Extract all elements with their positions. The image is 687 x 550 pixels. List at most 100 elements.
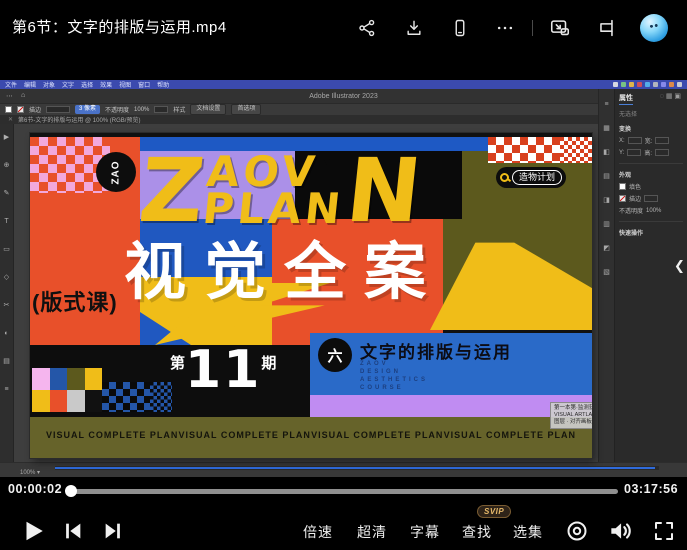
search-in-video-button[interactable]: 查找 <box>462 522 492 542</box>
opacity-value: 100% <box>134 107 149 113</box>
brand-n: N <box>343 153 425 229</box>
poster-artboard: ZAO Z AOV PLAN N ▼ 造物计划 视觉全案 (版式课) <box>30 133 592 458</box>
quality-button[interactable]: 超清 <box>357 522 387 542</box>
more-icon[interactable] <box>494 17 516 39</box>
more-dots-icon: ⋯ <box>6 92 13 100</box>
titlebar-right-icons: ◌ ▦ ▣ <box>660 92 687 100</box>
options-bar: 描边 3 像素 不透明度 100% 样式 文档设置 首选项 <box>0 103 687 115</box>
menu-view: 视图 <box>119 80 131 89</box>
fullscreen-icon[interactable] <box>652 519 676 543</box>
avatar[interactable] <box>640 14 668 42</box>
quick-actions-section: 快速操作 <box>619 228 683 237</box>
poster-headline: 视觉全案 <box>124 221 444 311</box>
blue-checkerboard-fine <box>150 382 172 412</box>
red-checkerboard-fine <box>560 137 592 163</box>
canvas-annotation: 第一本第·监测获取 VISUAL ARTLAB 图层 · 对齐画板 <box>550 402 592 429</box>
mini-window-icon[interactable] <box>595 17 617 39</box>
brand-wordmark: Z AOV PLAN N <box>136 153 425 229</box>
menu-bar: 文件 编辑 对象 文字 选择 效果 视图 窗口 帮助 <box>0 80 169 89</box>
total-time: 03:17:56 <box>624 482 678 496</box>
panel-collapse-icon: ❮ <box>674 258 685 274</box>
fill-swatch <box>5 106 12 113</box>
style-field <box>154 106 168 113</box>
properties-panel: 属性 无选择 变换 X:宽: Y:高: 外观 填色 描边 不透明度100% 快速… <box>614 89 687 462</box>
panel-opacity-value: 100% <box>646 208 661 214</box>
video-embedded-progress <box>55 467 655 469</box>
stroke-swatch <box>17 106 24 113</box>
y-label: Y: <box>619 150 624 156</box>
player-top-toolbar <box>350 13 680 43</box>
panel-stroke-swatch <box>619 195 626 202</box>
panel-stroke-label: 描边 <box>629 194 641 203</box>
speed-button[interactable]: 倍速 <box>303 522 333 542</box>
document-setup-button: 文档设置 <box>190 104 226 115</box>
windows-taskbar: 文件 编辑 对象 文字 选择 效果 视图 窗口 帮助 <box>0 80 687 89</box>
toolbar-divider <box>532 20 533 36</box>
color-swatch-grid <box>32 368 102 412</box>
opacity-label: 不透明度 <box>105 105 129 114</box>
zoom-level: 100% ▾ <box>20 469 40 476</box>
footer-text: VISUAL COMPLETE PLAN <box>46 430 178 440</box>
poster-bottom-blue: 六 文字的排版与运用 ZAOV DESIGN AESTHETICS COURSE <box>310 333 592 395</box>
stroke-field <box>46 106 70 113</box>
share-icon[interactable] <box>356 17 378 39</box>
issue-value: 11 <box>185 347 261 393</box>
fill-label: 填色 <box>629 182 641 191</box>
issue-number: 第 11 期 <box>170 347 276 393</box>
video-title: 第6节：文字的排版与运用.mp4 <box>12 16 227 37</box>
menu-object: 对象 <box>43 80 55 89</box>
transform-section: 变换 <box>619 124 683 133</box>
panel-icon-strip: ≡ ▦ ◧ ▤ ◨ ▥ ◩ ▧ <box>598 89 614 462</box>
issue-prefix: 第 <box>170 347 185 393</box>
volume-icon[interactable] <box>607 518 633 544</box>
zao-logo: ZAO <box>96 152 136 192</box>
six-badge: 六 <box>318 338 352 372</box>
document-tab: 第6节-文字的排版与运用 @ 100% (RGB/预览) <box>18 115 140 124</box>
style-label: 样式 <box>173 105 185 114</box>
current-time: 00:00:02 <box>8 482 62 496</box>
progress-knob[interactable] <box>65 485 77 497</box>
home-icon: ⌂ <box>21 92 25 100</box>
menu-file: 文件 <box>5 80 17 89</box>
poster-footer: VISUAL COMPLETE PLAN VISUAL COMPLETE PLA… <box>30 417 592 458</box>
topic-subtitle: ZAOV DESIGN AESTHETICS COURSE <box>360 360 428 392</box>
subtitles-button[interactable]: 字幕 <box>410 522 440 542</box>
menu-help: 帮助 <box>157 80 169 89</box>
properties-tab: 属性 <box>619 93 633 105</box>
svip-badge: SVIP <box>477 505 511 518</box>
progress-bar[interactable] <box>66 489 618 494</box>
x-label: X: <box>619 138 625 144</box>
brand-arrow-icon: ▼ <box>322 157 332 168</box>
search-tag-label: 造物计划 <box>512 170 562 185</box>
footer-text: VISUAL COMPLETE PLAN <box>179 430 311 440</box>
stroke-weight: 3 像素 <box>75 105 100 114</box>
menu-window: 窗口 <box>138 80 150 89</box>
pip-icon[interactable] <box>549 17 571 39</box>
menu-edit: 编辑 <box>24 80 36 89</box>
panel-fill-swatch <box>619 183 626 190</box>
next-button[interactable] <box>102 520 124 542</box>
h-label: 高: <box>644 148 652 157</box>
menu-select: 选择 <box>81 80 93 89</box>
footer-text: VISUAL COMPLETE PLAN <box>311 430 443 440</box>
record-icon[interactable] <box>565 519 589 543</box>
document-tab-bar: ✕ 第6节-文字的排版与运用 @ 100% (RGB/预览) <box>0 115 687 124</box>
preferences-button: 首选项 <box>231 104 261 115</box>
previous-button[interactable] <box>62 520 84 542</box>
menu-effect: 效果 <box>100 80 112 89</box>
search-icon <box>500 173 509 182</box>
episodes-button[interactable]: 选集 <box>513 522 543 542</box>
search-tag-pill: 造物计划 <box>496 167 566 188</box>
panel-opacity-label: 不透明度 <box>619 206 643 215</box>
video-player: 第6节：文字的排版与运用.mp4 文件 编辑 对象 文字 选择 效果 <box>0 0 687 550</box>
tray-icons <box>613 82 687 87</box>
download-icon[interactable] <box>403 17 425 39</box>
appearance-section: 外观 <box>619 170 683 179</box>
footer-text: VISUAL COMPLETE PLAN <box>444 430 576 440</box>
menu-type: 文字 <box>62 80 74 89</box>
brand-z: Z <box>136 153 208 229</box>
stroke-label: 描边 <box>29 105 41 114</box>
play-button[interactable] <box>20 517 46 545</box>
phone-icon[interactable] <box>449 17 471 39</box>
app-title: Adobe Illustrator 2023 <box>0 93 687 100</box>
